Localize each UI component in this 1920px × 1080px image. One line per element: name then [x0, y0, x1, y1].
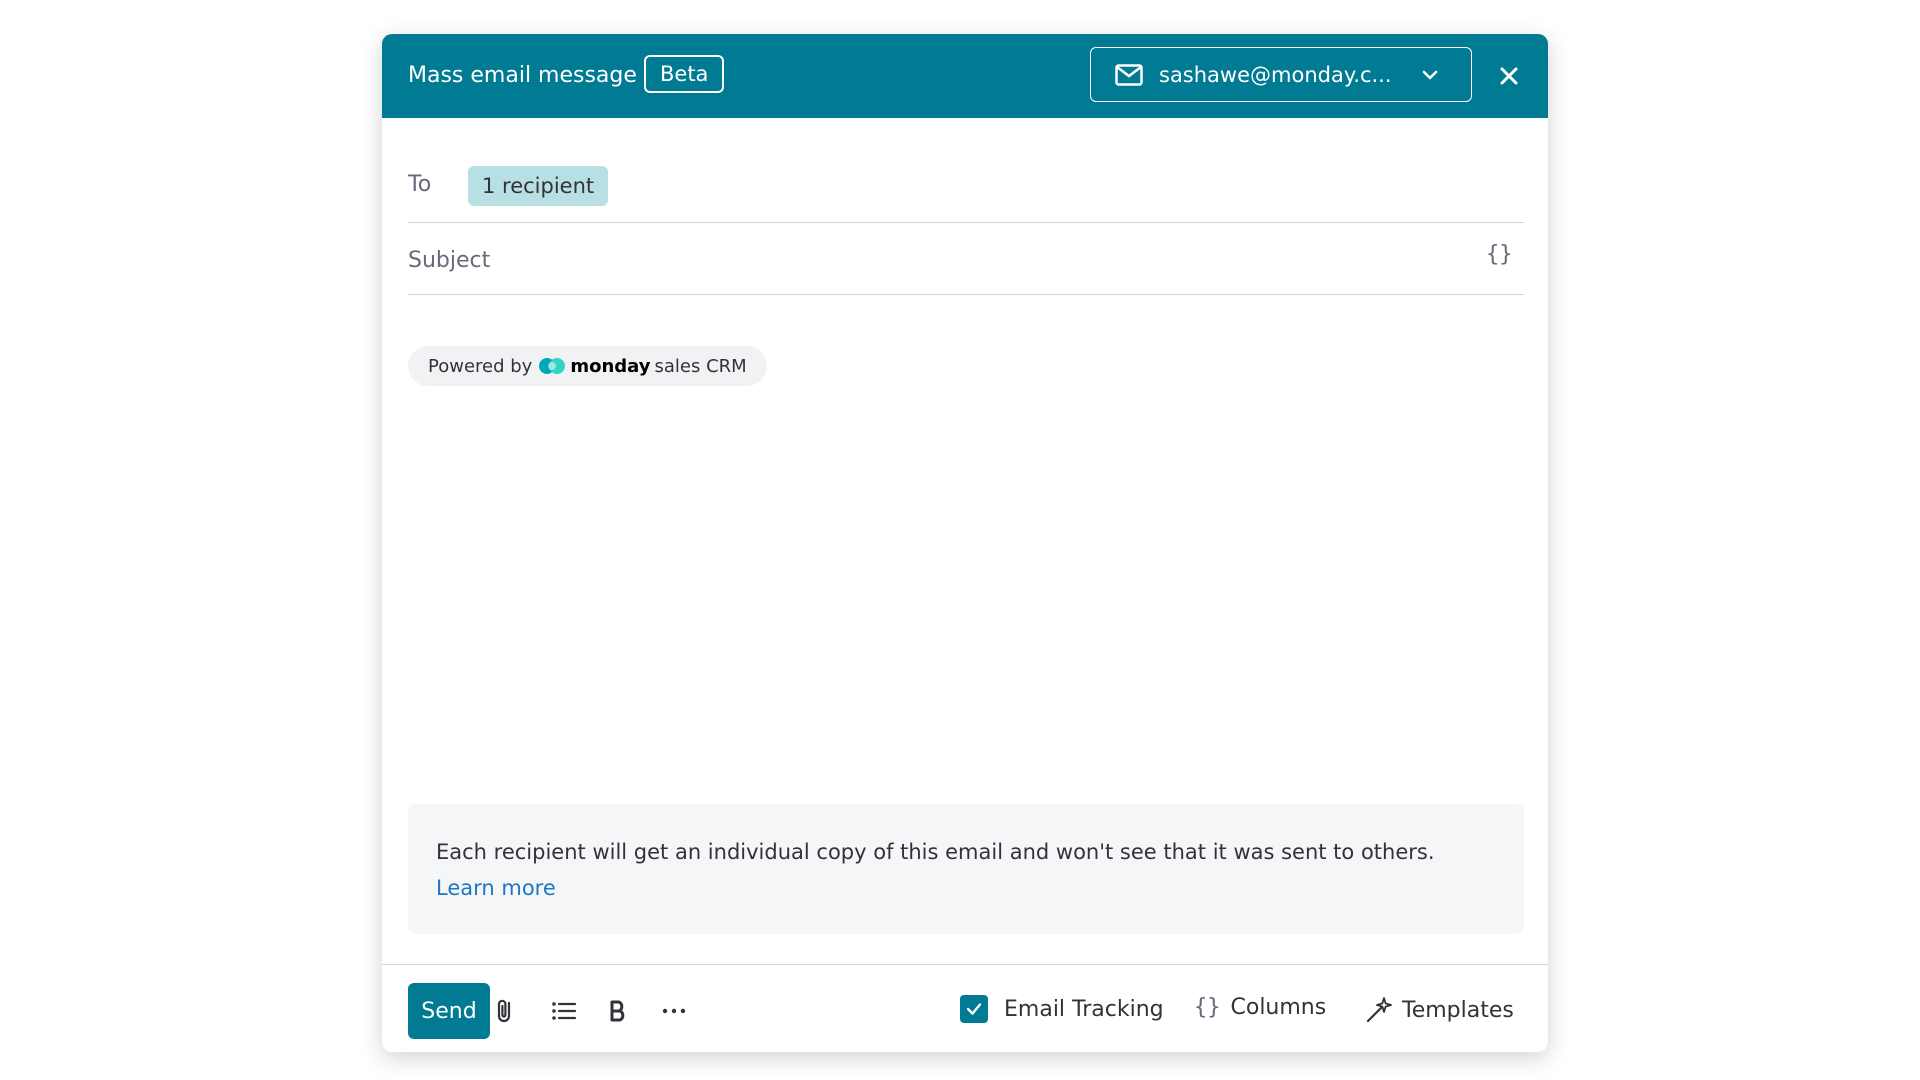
close-icon[interactable] — [1494, 61, 1524, 91]
columns-button[interactable]: {} Columns — [1194, 995, 1326, 1020]
bold-icon[interactable] — [604, 997, 632, 1025]
chevron-down-icon — [1422, 70, 1438, 79]
checkmark-icon — [966, 1003, 982, 1015]
brand-suffix: sales CRM — [654, 355, 747, 377]
attach-icon[interactable] — [492, 997, 520, 1025]
braces-icon: {} — [1194, 995, 1221, 1020]
columns-label: Columns — [1230, 995, 1327, 1020]
powered-by-badge: Powered by monday sales CRM — [408, 346, 767, 386]
email-tracking-checkbox[interactable] — [960, 995, 988, 1023]
info-notice: Each recipient will get an individual co… — [408, 804, 1524, 934]
bullet-list-icon[interactable] — [550, 997, 578, 1025]
templates-label: Templates — [1402, 997, 1514, 1023]
send-button[interactable]: Send — [408, 983, 490, 1039]
sender-account-dropdown[interactable]: sashawe@monday.c... — [1090, 47, 1472, 102]
magic-wand-icon — [1366, 997, 1392, 1023]
dialog-header: Mass email message Beta sashawe@monday.c… — [382, 34, 1548, 118]
monday-logo-icon — [539, 358, 566, 374]
subject-variables-button[interactable]: {} — [1486, 242, 1513, 267]
info-message: Each recipient will get an individual co… — [436, 840, 1435, 864]
compose-toolbar: Send Email Tracking {} Columns Templates — [382, 964, 1548, 1052]
brand-name: monday — [570, 355, 651, 377]
subject-row: {} — [408, 224, 1524, 295]
templates-button[interactable]: Templates — [1364, 995, 1514, 1025]
more-icon[interactable] — [660, 997, 688, 1025]
email-tracking-label: Email Tracking — [1004, 996, 1164, 1022]
subject-input[interactable] — [408, 242, 1448, 278]
to-row: To 1 recipient — [408, 118, 1524, 223]
mail-icon — [1115, 63, 1143, 86]
recipient-chip[interactable]: 1 recipient — [468, 166, 609, 206]
dialog-title: Mass email message — [408, 63, 637, 88]
to-label: To — [408, 172, 432, 197]
mass-email-dialog: Mass email message Beta sashawe@monday.c… — [382, 34, 1548, 1052]
powered-by-label: Powered by — [428, 355, 533, 377]
email-tracking-toggle[interactable]: Email Tracking — [960, 995, 1164, 1023]
learn-more-link[interactable]: Learn more — [436, 876, 556, 900]
beta-badge: Beta — [644, 55, 725, 93]
sender-account-label: sashawe@monday.c... — [1159, 62, 1392, 87]
